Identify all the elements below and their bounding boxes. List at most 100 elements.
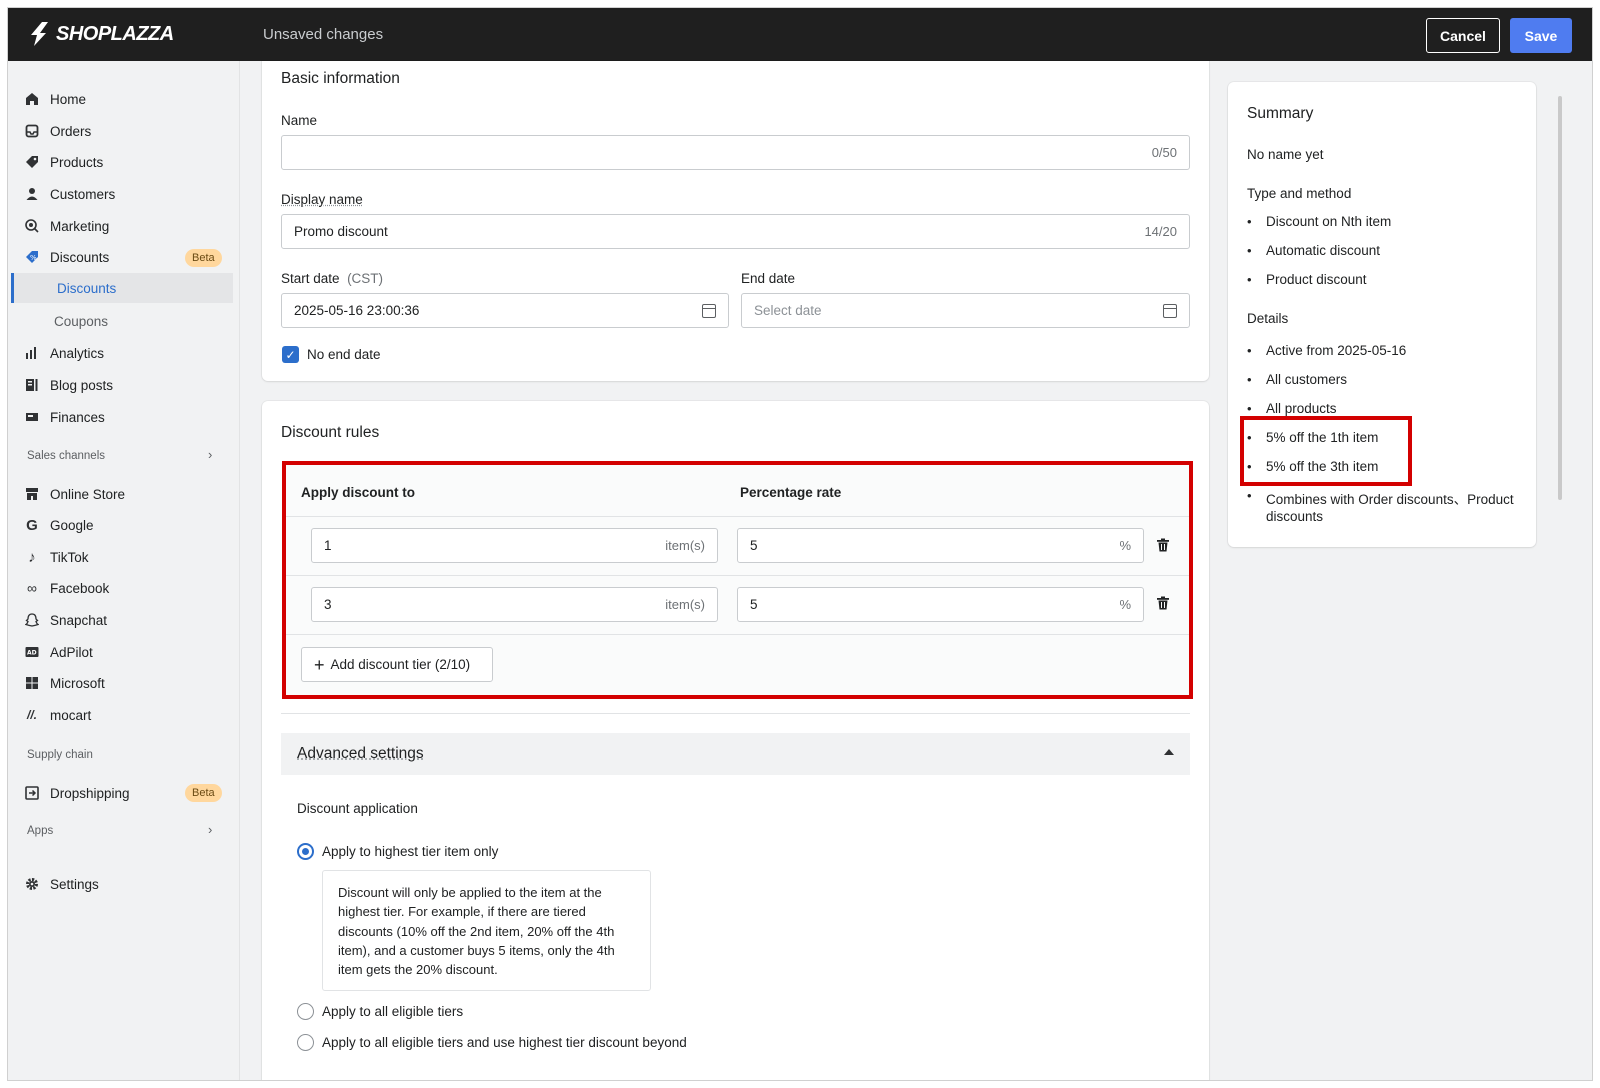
sidebar-item-adpilot[interactable]: AD AdPilot xyxy=(24,639,93,665)
summary-item-text: All products xyxy=(1266,401,1337,416)
sidebar-item-label: Finances xyxy=(50,409,105,425)
discount-application-help: Discount will only be applied to the ite… xyxy=(322,870,651,991)
bar-chart-icon xyxy=(24,345,40,361)
scrollbar[interactable] xyxy=(1558,96,1562,500)
top-bar: SHOPLAZZA Unsaved changes Cancel Save xyxy=(8,8,1592,61)
sidebar-item-dropshipping[interactable]: Dropshipping xyxy=(24,780,130,806)
sidebar-item-finances[interactable]: Finances xyxy=(24,404,105,430)
sales-channels-label: Sales channels xyxy=(27,450,105,462)
no-end-date-checkbox[interactable]: ✓ xyxy=(282,346,299,363)
sidebar-item-orders[interactable]: Orders xyxy=(24,118,91,144)
end-date-label: End date xyxy=(741,271,796,286)
tiktok-icon: ♪ xyxy=(28,548,36,566)
unsaved-status: Unsaved changes xyxy=(263,26,384,43)
radio-label: Apply to highest tier item only xyxy=(322,844,499,859)
type-and-method-heading: Type and method xyxy=(1247,186,1352,201)
summary-item-text: Discount on Nth item xyxy=(1266,214,1392,229)
sidebar-item-label: Products xyxy=(50,154,104,170)
beta-badge: Beta xyxy=(185,784,222,802)
target-icon xyxy=(24,218,40,234)
sidebar-item-discounts[interactable]: % Discounts xyxy=(24,244,109,270)
advanced-settings-header[interactable]: Advanced settings xyxy=(281,733,1190,775)
start-date-picker[interactable]: 2025-05-16 23:00:36 xyxy=(281,293,729,328)
sidebar-item-mocart[interactable]: //. mocart xyxy=(24,702,91,728)
sidebar-item-customers[interactable]: Customers xyxy=(24,181,115,207)
trash-icon[interactable] xyxy=(1156,538,1170,552)
radio-label: Apply to all eligible tiers and use high… xyxy=(322,1035,687,1050)
start-date-value: 2025-05-16 23:00:36 xyxy=(294,303,420,318)
chevron-right-icon[interactable]: › xyxy=(208,447,212,462)
microsoft-icon xyxy=(24,675,40,691)
sidebar-item-label: Online Store xyxy=(50,486,126,502)
add-tier-label: Add discount tier (2/10) xyxy=(330,657,471,672)
start-date-timezone: (CST) xyxy=(347,271,384,286)
logo[interactable]: SHOPLAZZA xyxy=(28,21,174,47)
mocart-icon: //. xyxy=(26,708,37,722)
divider xyxy=(286,575,1189,576)
sidebar-item-label: Microsoft xyxy=(50,675,105,691)
tier-items-value: 3 xyxy=(324,597,332,612)
summary-item-text: Automatic discount xyxy=(1266,243,1381,258)
plus-icon: + xyxy=(314,654,325,675)
summary-list-item: All customers xyxy=(1247,372,1347,387)
shoplazza-logo-icon xyxy=(31,22,48,46)
google-icon: G xyxy=(26,516,38,534)
tier-2-rate-input[interactable]: 5 % xyxy=(737,587,1144,622)
add-discount-tier-button[interactable]: + Add discount tier (2/10) xyxy=(301,647,493,682)
sidebar-item-label: Blog posts xyxy=(50,377,114,393)
summary-list-item: Active from 2025-05-16 xyxy=(1247,343,1406,358)
sidebar: Home Orders Products Customers Marketing… xyxy=(8,61,240,1080)
summary-title: Summary xyxy=(1247,105,1314,122)
tier-rate-value: 5 xyxy=(750,597,758,612)
sidebar-subitem-coupons[interactable]: Coupons xyxy=(54,308,108,334)
radio-all-eligible-tiers[interactable] xyxy=(297,1003,314,1020)
ad-icon: AD xyxy=(24,644,40,660)
svg-text:%: % xyxy=(30,254,37,262)
sidebar-item-label: AdPilot xyxy=(50,644,93,660)
store-icon xyxy=(24,486,40,502)
end-date-picker[interactable]: Select date xyxy=(741,293,1190,328)
tier-2-items-input[interactable]: 3 item(s) xyxy=(311,587,718,622)
display-name-input[interactable]: Promo discount 14/20 xyxy=(281,214,1190,249)
sidebar-item-online-store[interactable]: Online Store xyxy=(24,481,125,507)
tier-1-rate-input[interactable]: 5 % xyxy=(737,528,1144,563)
summary-list-item: Product discount xyxy=(1247,272,1367,287)
summary-item-continuation: discounts xyxy=(1266,509,1324,524)
sidebar-item-snapchat[interactable]: Snapchat xyxy=(24,607,107,633)
divider xyxy=(286,516,1189,517)
svg-text:AD: AD xyxy=(27,650,37,657)
display-name-label: Display name xyxy=(281,192,363,207)
divider xyxy=(281,713,1190,714)
sidebar-item-microsoft[interactable]: Microsoft xyxy=(24,670,105,696)
summary-list-item: Combines with Order discounts、Product xyxy=(1247,488,1514,508)
sidebar-subitem-discounts[interactable]: Discounts xyxy=(11,273,233,303)
cancel-button[interactable]: Cancel xyxy=(1426,18,1500,53)
sidebar-item-analytics[interactable]: Analytics xyxy=(24,340,104,366)
sidebar-item-facebook[interactable]: ∞ Facebook xyxy=(24,575,109,601)
radio-highest-tier-only[interactable] xyxy=(297,843,314,860)
sidebar-item-products[interactable]: Products xyxy=(24,149,103,175)
sidebar-item-label: Facebook xyxy=(50,580,110,596)
sidebar-item-blog-posts[interactable]: Blog posts xyxy=(24,372,113,398)
name-input[interactable]: 0/50 xyxy=(281,135,1190,170)
tier-1-items-input[interactable]: 1 item(s) xyxy=(311,528,718,563)
blog-icon xyxy=(24,377,40,393)
basic-information-title: Basic information xyxy=(281,70,400,87)
sidebar-item-settings[interactable]: Settings xyxy=(24,871,99,897)
trash-icon[interactable] xyxy=(1156,596,1170,610)
orders-icon xyxy=(24,123,40,139)
discount-application-label: Discount application xyxy=(297,801,418,816)
radio-all-tiers-highest-beyond[interactable] xyxy=(297,1034,314,1051)
highlight-box xyxy=(1240,416,1412,486)
sidebar-item-home[interactable]: Home xyxy=(24,86,86,112)
caret-up-icon xyxy=(1164,749,1174,755)
save-button[interactable]: Save xyxy=(1510,18,1572,53)
sidebar-item-tiktok[interactable]: ♪ TikTok xyxy=(24,544,88,570)
tier-items-suffix: item(s) xyxy=(665,538,705,553)
gear-icon xyxy=(24,876,40,892)
sidebar-item-label: Dropshipping xyxy=(50,785,130,801)
sidebar-item-google[interactable]: G Google xyxy=(24,512,93,538)
chevron-right-icon[interactable]: › xyxy=(208,822,212,837)
calendar-icon xyxy=(1163,303,1177,318)
sidebar-item-marketing[interactable]: Marketing xyxy=(24,213,109,239)
